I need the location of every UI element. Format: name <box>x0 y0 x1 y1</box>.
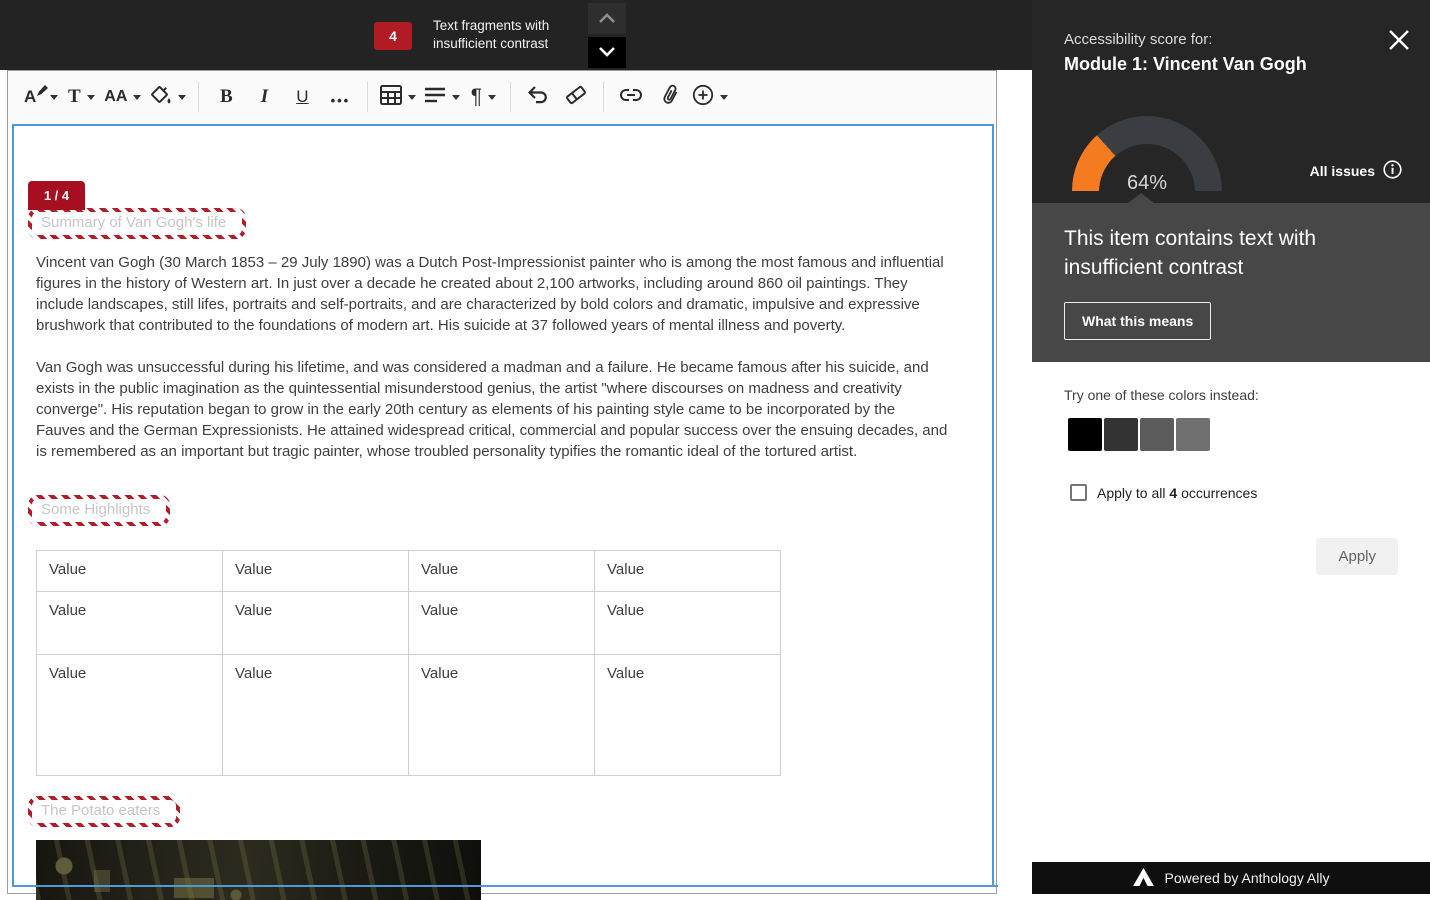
score-value: 64% <box>1072 172 1222 195</box>
flagged-heading-highlights[interactable]: Some Highlights <box>28 495 170 526</box>
apply-all-label: Apply to all 4 occurrences <box>1097 485 1257 501</box>
chevron-up-icon <box>599 11 615 26</box>
table-cell: Value <box>409 592 595 655</box>
info-icon <box>1383 160 1402 182</box>
issue-navigation-bar: 4 Text fragments with insufficient contr… <box>0 0 1032 70</box>
table-cell: Value <box>37 592 223 655</box>
remediation-section: Try one of these colors instead: Apply t… <box>1032 362 1430 862</box>
apply-all-row: Apply to all 4 occurrences <box>1070 484 1257 501</box>
editor-toolbar: A T AA B I U ••• <box>8 71 996 123</box>
next-issue-button[interactable] <box>588 37 626 68</box>
color-swatch-4[interactable] <box>1176 418 1210 451</box>
table-cell: Value <box>595 592 781 655</box>
toolbar-divider <box>367 82 368 112</box>
paragraph-style-button[interactable]: ¶ <box>468 78 498 116</box>
issue-feedback-section: This item contains text with insufficien… <box>1032 203 1430 362</box>
table-cell: Value <box>223 655 409 776</box>
flag-counter-badge: 1 / 4 <box>28 181 85 210</box>
content-table: Value Value Value Value Value Value Valu… <box>36 550 781 776</box>
paragraph-icon: ¶ <box>471 85 482 109</box>
undo-button[interactable] <box>523 78 553 116</box>
what-this-means-button[interactable]: What this means <box>1064 302 1211 340</box>
potato-eaters-image <box>36 840 481 900</box>
table-cell: Value <box>37 655 223 776</box>
ally-accessibility-panel: Accessibility score for: Module 1: Vince… <box>1032 0 1430 894</box>
highlight-color-button[interactable] <box>149 78 186 116</box>
italic-button[interactable]: I <box>249 78 279 116</box>
eraser-icon <box>564 85 588 110</box>
anthology-logo-icon <box>1133 868 1154 889</box>
attach-file-button[interactable] <box>654 78 684 116</box>
table-row: Value Value Value Value <box>37 592 781 655</box>
italic-icon: I <box>261 86 268 108</box>
issue-count-badge: 4 <box>374 22 412 50</box>
previous-issue-button[interactable] <box>588 3 626 34</box>
font-size-icon: AA <box>104 88 127 106</box>
align-left-icon <box>424 87 446 108</box>
more-formatting-button[interactable]: ••• <box>325 78 355 116</box>
color-swatch-2[interactable] <box>1104 418 1138 451</box>
alignment-button[interactable] <box>424 78 460 116</box>
color-swatch-3[interactable] <box>1140 418 1174 451</box>
module-title: Module 1: Vincent Van Gogh <box>1064 54 1307 75</box>
paint-bucket-icon <box>149 84 172 111</box>
link-icon <box>619 88 643 107</box>
table-cell: Value <box>595 551 781 592</box>
font-size-button[interactable]: AA <box>104 78 141 116</box>
apply-all-checkbox[interactable] <box>1070 484 1087 501</box>
table-row: Value Value Value Value <box>37 655 781 776</box>
toolbar-divider <box>198 82 199 112</box>
flagged-heading-summary[interactable]: Summary of Van Gogh's life <box>28 208 246 239</box>
ellipsis-icon: ••• <box>331 87 351 108</box>
toolbar-divider <box>603 82 604 112</box>
insert-table-button[interactable] <box>380 78 416 116</box>
toolbar-divider <box>510 82 511 112</box>
paragraph-van-gogh-bio: Vincent van Gogh (30 March 1853 – 29 Jul… <box>36 252 948 336</box>
editor-content[interactable]: 1 / 4 Summary of Van Gogh's life Vincent… <box>12 124 994 885</box>
plus-circle-icon <box>692 84 714 111</box>
accessibility-score-gauge: 64% <box>1072 116 1222 192</box>
underline-button[interactable]: U <box>287 78 317 116</box>
color-suggestion-label: Try one of these colors instead: <box>1064 387 1259 403</box>
table-icon <box>380 85 402 110</box>
editor-selection-border <box>12 885 998 887</box>
table-cell: Value <box>409 551 595 592</box>
chevron-down-icon <box>599 45 615 60</box>
close-icon <box>1387 40 1411 55</box>
font-family-button[interactable]: T <box>66 78 96 116</box>
close-panel-button[interactable] <box>1386 28 1412 54</box>
apply-button[interactable]: Apply <box>1316 538 1398 575</box>
underline-icon: U <box>296 87 308 107</box>
table-row: Value Value Value Value <box>37 551 781 592</box>
all-issues-label: All issues <box>1310 163 1375 179</box>
all-issues-button[interactable]: All issues <box>1310 160 1402 182</box>
color-swatch-row <box>1068 418 1210 451</box>
insert-link-button[interactable] <box>616 78 646 116</box>
bold-button[interactable]: B <box>211 78 241 116</box>
table-cell: Value <box>409 655 595 776</box>
undo-icon <box>527 86 549 109</box>
table-cell: Value <box>595 655 781 776</box>
text-color-icon: A <box>24 87 44 107</box>
table-cell: Value <box>37 551 223 592</box>
color-swatch-1[interactable] <box>1068 418 1102 451</box>
footer-label: Powered by Anthology Ally <box>1165 870 1330 886</box>
paragraph-van-gogh-legacy: Van Gogh was unsuccessful during his lif… <box>36 357 948 462</box>
flagged-heading-potato-eaters[interactable]: The Potato eaters <box>28 796 180 827</box>
ally-footer: Powered by Anthology Ally <box>1032 862 1430 894</box>
issue-message: This item contains text with insufficien… <box>1064 224 1364 282</box>
table-cell: Value <box>223 551 409 592</box>
bold-icon: B <box>220 86 233 108</box>
insert-content-button[interactable] <box>692 78 728 116</box>
paperclip-icon <box>657 82 682 112</box>
score-for-label: Accessibility score for: <box>1064 31 1212 48</box>
font-family-icon: T <box>68 86 81 108</box>
rich-text-editor: A T AA B I U ••• <box>7 70 997 894</box>
clear-formatting-button[interactable] <box>561 78 591 116</box>
table-cell: Value <box>223 592 409 655</box>
issue-type-label: Text fragments with insufficient contras… <box>433 17 549 53</box>
text-color-button[interactable]: A <box>24 78 58 116</box>
